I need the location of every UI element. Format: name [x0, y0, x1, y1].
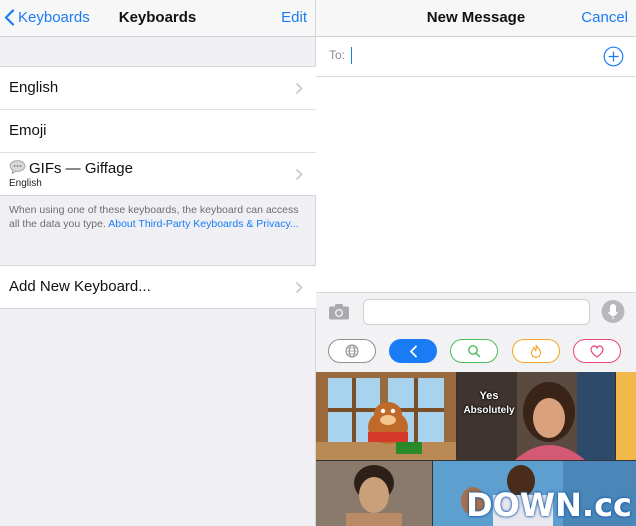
camera-icon[interactable]: [328, 303, 350, 320]
keyboard-list: English Emoji GIFs — Giffage English: [0, 66, 316, 196]
gif-cartoon-image: [316, 372, 456, 460]
speech-bubble-icon: [9, 160, 26, 175]
page-title: Keyboards: [118, 9, 197, 26]
trending-button[interactable]: [512, 339, 560, 363]
gif-caption-yes: Yes: [479, 390, 499, 402]
compose-bar: [316, 292, 636, 331]
search-button[interactable]: [450, 339, 498, 363]
edit-button[interactable]: Edit: [281, 9, 307, 26]
keyboards-settings-panel: Keyboards Keyboards Edit English Emoji G…: [0, 0, 316, 526]
globe-button[interactable]: [328, 339, 376, 363]
gif-tile[interactable]: [316, 461, 432, 526]
keyboard-label: Emoji: [9, 122, 47, 139]
gif-tile[interactable]: [616, 372, 636, 460]
keyboard-row-english[interactable]: English: [0, 67, 316, 109]
keyboard-row-emoji[interactable]: Emoji: [0, 109, 316, 152]
keyboard-label: GIFs — Giffage: [29, 160, 133, 177]
message-navbar: New Message Cancel: [316, 0, 636, 37]
message-input[interactable]: [363, 299, 590, 325]
keyboard-label-row: GIFs — Giffage: [9, 160, 133, 177]
gif-caption-absolutely: Absolutely: [463, 405, 515, 416]
text-cursor: [351, 47, 352, 64]
to-label: To:: [329, 48, 346, 62]
favorites-button[interactable]: [573, 339, 621, 363]
microphone-icon[interactable]: [601, 299, 625, 324]
globe-icon: [345, 344, 359, 358]
fire-icon: [530, 344, 542, 358]
new-message-panel: New Message Cancel To: Yes Absolutely: [316, 0, 636, 526]
back-arrow-button[interactable]: [389, 339, 437, 363]
heart-icon: [590, 344, 604, 358]
gif-person-image: [457, 372, 615, 460]
to-field[interactable]: To:: [316, 37, 636, 77]
privacy-link[interactable]: About Third-Party Keyboards & Privacy...: [108, 218, 298, 230]
keyboard-sublabel: English: [9, 178, 42, 189]
add-keyboard-group: Add New Keyboard...: [0, 265, 316, 309]
search-icon: [468, 345, 481, 358]
chevron-right-icon: [295, 281, 303, 294]
privacy-note: When using one of these keyboards, the k…: [9, 203, 299, 231]
keyboards-navbar: Keyboards Keyboards Edit: [0, 0, 315, 37]
add-new-keyboard-row[interactable]: Add New Keyboard...: [0, 266, 316, 308]
gif-tile[interactable]: Yes Absolutely: [457, 372, 615, 460]
giffage-toolbar: [316, 330, 636, 372]
add-keyboard-label: Add New Keyboard...: [9, 278, 151, 295]
gif-tile[interactable]: [316, 372, 456, 460]
gif-person-image: [316, 461, 432, 526]
cancel-button[interactable]: Cancel: [581, 9, 628, 26]
watermark-logo: DOWN.cc: [466, 486, 632, 524]
chevron-right-icon: [295, 82, 303, 95]
chevron-right-icon: [295, 168, 303, 181]
keyboard-label: English: [9, 79, 59, 96]
back-arrow-icon: [409, 345, 417, 357]
add-contact-icon[interactable]: [603, 46, 624, 67]
keyboard-row-giffage[interactable]: GIFs — Giffage English: [0, 152, 316, 195]
